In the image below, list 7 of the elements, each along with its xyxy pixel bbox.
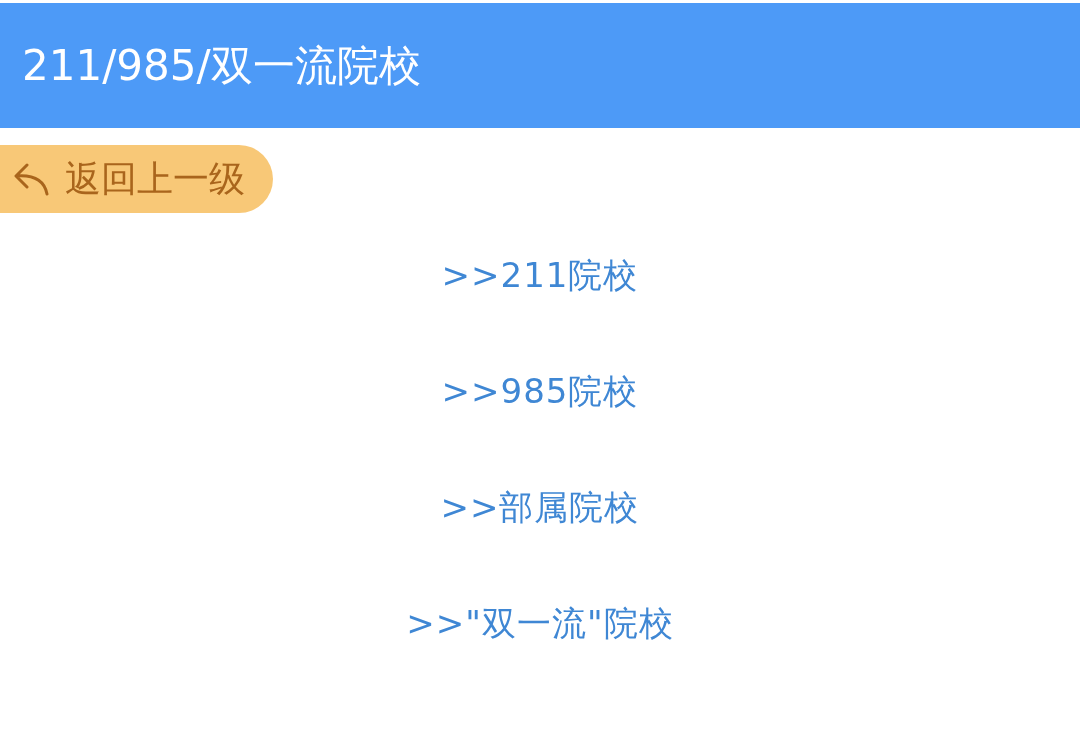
category-link[interactable]: >>部属院校 [440, 485, 640, 529]
page-title: 211/985/双一流院校 [22, 39, 421, 92]
category-link[interactable]: >>985院校 [441, 369, 639, 413]
reply-arrow-icon [14, 162, 50, 196]
category-link[interactable]: >>211院校 [441, 253, 639, 297]
category-link[interactable]: >>"双一流"院校 [406, 601, 674, 645]
back-button[interactable]: 返回上一级 [0, 145, 273, 213]
